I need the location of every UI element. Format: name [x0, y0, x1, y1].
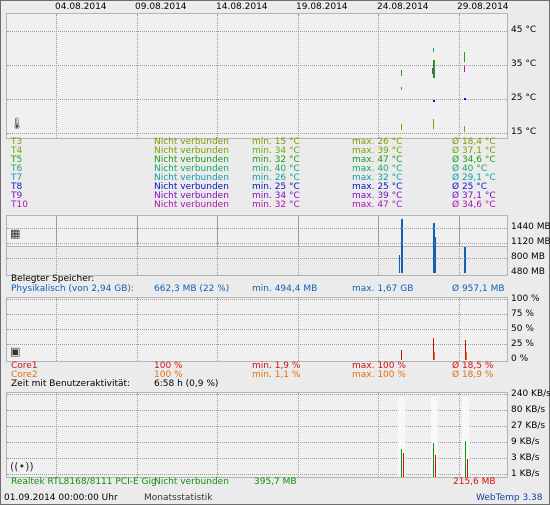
network-axis-label: 1 KB/s [511, 469, 540, 479]
sensor-max: max. 47 °C [352, 200, 403, 210]
memory-row: Physikalisch (von 2,94 GB): 662,3 MB (22… [11, 285, 511, 294]
temperature-mark [464, 126, 465, 132]
temperature-mark [432, 68, 433, 74]
memory-min: min. 494,4 MB [252, 284, 318, 294]
cpu-axis-label: 25 % [511, 339, 534, 349]
network-antenna-icon: ((•)) [10, 460, 34, 473]
sensor-name: T10 [11, 200, 28, 210]
memory-avg: Ø 957,1 MB [452, 284, 505, 294]
network-chart: ((•)) [6, 392, 508, 478]
temperature-axis-label: 45 °C [511, 25, 537, 35]
temperature-mark [433, 119, 434, 129]
temperature-axis-label: 15 °C [511, 127, 537, 137]
activity-label: Zeit mit Benutzeraktivität: [11, 379, 131, 389]
date-label: 19.08.2014 [296, 2, 348, 12]
network-mark [435, 455, 436, 477]
temperature-axis-label: 25 °C [511, 93, 537, 103]
temperature-mark [433, 60, 435, 78]
date-label: 24.08.2014 [377, 2, 429, 12]
cpu-mark [434, 352, 435, 360]
temperature-mark [464, 52, 465, 62]
memory-axis-label: 800 MB [511, 252, 545, 262]
date-label: 09.08.2014 [135, 2, 187, 12]
cpu-mark [401, 350, 402, 360]
memory-max: max. 1,67 GB [352, 284, 414, 294]
temperature-mark [433, 100, 435, 102]
temperature-mark [401, 124, 402, 130]
sensor-row: T10 Nicht verbunden min. 32 °C max. 47 °C Ø … [11, 201, 511, 210]
cpu-axis-label: 50 % [511, 324, 534, 334]
thermometer-icon: 🌡 [10, 117, 24, 130]
network-up: 215,6 MB [453, 477, 496, 487]
cpu-chip-icon: ▣ [10, 345, 21, 358]
network-down: 395,7 MB [254, 477, 297, 487]
network-axis-label: 9 KB/s [511, 437, 540, 447]
network-mark [433, 443, 434, 477]
brand-link[interactable]: WebTemp 3.38 [476, 493, 543, 503]
network-mark [467, 459, 468, 477]
date-label: 14.08.2014 [216, 2, 268, 12]
temperature-mark [464, 66, 465, 72]
network-mark [465, 441, 466, 477]
memory-label: Physikalisch (von 2,94 GB): [11, 284, 134, 294]
sensor-status: Nicht verbunden [154, 200, 229, 210]
timestamp: 01.09.2014 00:00:00 Uhr [4, 493, 118, 503]
sensor-min: min. 32 °C [252, 200, 300, 210]
network-axis-label: 240 KB/s [511, 389, 550, 399]
activity-value: 6:58 h (0,9 %) [154, 379, 219, 389]
date-label: 04.08.2014 [55, 2, 107, 12]
date-label: 29.08.2014 [457, 2, 509, 12]
network-axis-label: 3 KB/s [511, 453, 540, 463]
network-axis-label: 27 KB/s [511, 421, 546, 431]
status-bar: 01.09.2014 00:00:00 Uhr Monatsstatistik … [1, 492, 549, 505]
memory-chart-frame [6, 215, 508, 276]
temperature-mark [464, 98, 466, 100]
network-status: Nicht verbunden [154, 477, 229, 487]
sensor-avg: Ø 34,6 °C [452, 200, 496, 210]
cpu-mark [466, 352, 467, 360]
webtemp-window: 04.08.2014 09.08.2014 14.08.2014 19.08.2… [0, 0, 550, 505]
network-mark [403, 453, 404, 477]
core-max: max. 100 % [352, 370, 406, 380]
memory-axis-label: 480 MB [511, 267, 545, 277]
network-adapter: Realtek RTL8168/8111 PCI-E Gig [11, 477, 157, 487]
cpu-axis-label: 0 % [511, 354, 529, 364]
memory-current: 662,3 MB (22 %) [154, 284, 230, 294]
cpu-axis-label: 75 % [511, 309, 534, 319]
core-min: min. 1,1 % [252, 370, 301, 380]
temperature-mark [433, 48, 434, 52]
cpu-axis-label: 100 % [511, 294, 540, 304]
network-row: Realtek RTL8168/8111 PCI-E Gig Nicht ver… [11, 478, 511, 487]
memory-axis-label: 1120 MB [511, 237, 550, 247]
activity-row: Zeit mit Benutzeraktivität: 6:58 h (0,9 … [11, 380, 511, 389]
temperature-mark [401, 87, 402, 90]
core-avg: Ø 18,9 % [452, 370, 494, 380]
network-axis-label: 80 KB/s [511, 405, 546, 415]
cpu-chart: ▣ [6, 297, 508, 362]
temperature-axis-label: 35 °C [511, 59, 537, 69]
temperature-chart: 🌡 [6, 13, 508, 139]
statistics-mode: Monatsstatistik [144, 493, 213, 503]
memory-axis-label: 1440 MB [511, 222, 550, 232]
temperature-mark [401, 70, 402, 76]
memory-heading: Belegter Speicher: [11, 274, 95, 284]
network-mark [401, 449, 402, 477]
